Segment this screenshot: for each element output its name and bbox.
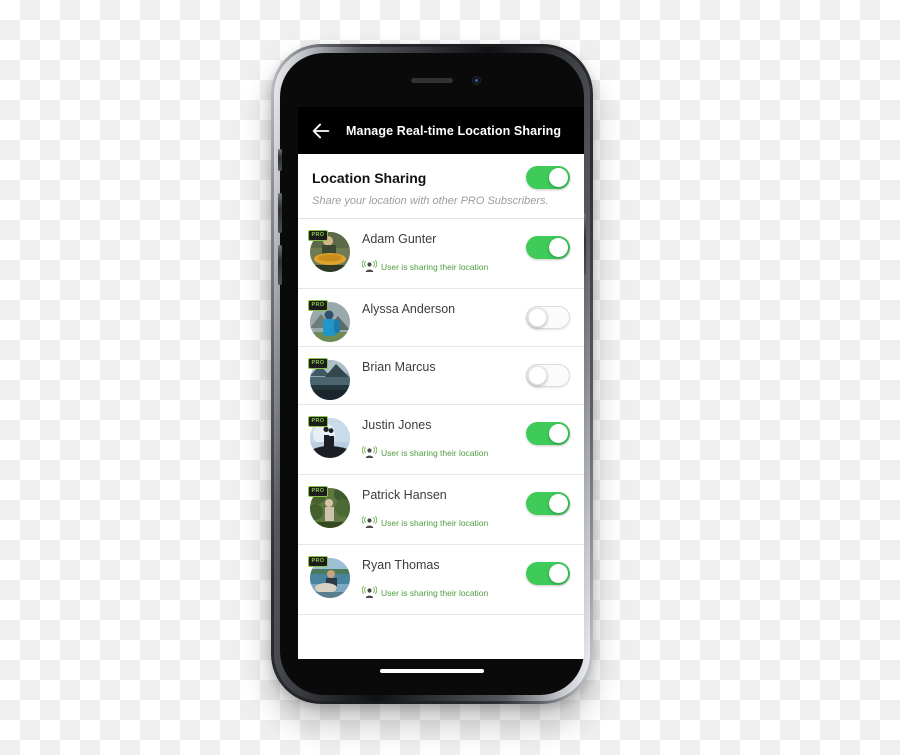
avatar: PRO — [308, 416, 350, 458]
user-sharing-toggle[interactable] — [526, 492, 570, 515]
sharing-status: User is sharing their location — [362, 516, 520, 529]
user-info: Alyssa Anderson — [350, 300, 520, 317]
user-name: Adam Gunter — [362, 232, 437, 246]
user-sharing-toggle[interactable] — [526, 236, 570, 259]
sharing-status-text: User is sharing their location — [381, 517, 489, 528]
toggle-knob — [549, 238, 568, 257]
user-sharing-toggle[interactable] — [526, 422, 570, 445]
avatar: PRO — [308, 300, 350, 342]
table-row[interactable]: PRO Brian Marcus — [298, 347, 584, 404]
broadcast-person-icon — [362, 260, 377, 272]
user-list: PRO Adam Gunter User is sharing their lo… — [298, 219, 584, 631]
avatar: PRO — [308, 486, 350, 528]
user-sharing-toggle[interactable] — [526, 306, 570, 329]
toggle-knob — [549, 494, 568, 513]
user-name: Brian Marcus — [362, 360, 436, 374]
volume-up-button[interactable] — [278, 193, 282, 233]
home-indicator[interactable] — [380, 669, 484, 673]
avatar: PRO — [308, 358, 350, 400]
broadcast-person-icon — [362, 516, 377, 528]
location-sharing-subtitle: Share your location with other PRO Subsc… — [298, 195, 584, 218]
pro-badge: PRO — [308, 556, 328, 567]
avatar: PRO — [308, 230, 350, 272]
phone-screen: Manage Real-time Location Sharing Locati… — [298, 107, 584, 659]
user-info: Brian Marcus — [350, 358, 520, 375]
location-sharing-master-row[interactable]: Location Sharing — [298, 154, 584, 195]
table-row[interactable]: PRO Justin Jones User is sharing their l… — [298, 405, 584, 474]
table-row[interactable]: PRO Adam Gunter User is sharing their lo… — [298, 219, 584, 288]
pro-badge: PRO — [308, 416, 328, 427]
back-arrow-icon[interactable] — [310, 120, 332, 142]
sharing-status: User is sharing their location — [362, 586, 520, 599]
phone-body: Manage Real-time Location Sharing Locati… — [278, 53, 586, 695]
toggle-knob — [549, 424, 568, 443]
toggle-cell — [520, 416, 570, 445]
user-sharing-toggle[interactable] — [526, 364, 570, 387]
toggle-cell — [520, 486, 570, 515]
pro-badge: PRO — [308, 230, 328, 241]
user-name: Patrick Hansen — [362, 488, 447, 502]
front-camera-icon — [472, 76, 481, 85]
broadcast-person-icon — [362, 446, 377, 458]
user-name: Alyssa Anderson — [362, 302, 456, 316]
location-sharing-label: Location Sharing — [312, 169, 427, 186]
phone-mid-frame: Manage Real-time Location Sharing Locati… — [274, 47, 590, 701]
toggle-knob — [549, 168, 568, 187]
toggle-cell — [520, 556, 570, 585]
sharing-status-text: User is sharing their location — [381, 261, 489, 272]
user-info: Patrick Hansen User is sharing their loc… — [350, 486, 520, 529]
location-sharing-master-toggle[interactable] — [526, 166, 570, 189]
phone-mockup: Manage Real-time Location Sharing Locati… — [271, 44, 593, 704]
user-name: Justin Jones — [362, 418, 432, 432]
pro-badge: PRO — [308, 358, 328, 369]
app-bar: Manage Real-time Location Sharing — [298, 107, 584, 154]
toggle-cell — [520, 300, 570, 329]
user-name: Ryan Thomas — [362, 558, 440, 572]
table-row[interactable]: PRO Patrick Hansen User is sharing their… — [298, 475, 584, 544]
sharing-status: User is sharing their location — [362, 260, 520, 273]
toggle-cell — [520, 230, 570, 259]
mute-switch-button[interactable] — [278, 149, 282, 171]
table-row[interactable]: PRO Alyssa Anderson — [298, 289, 584, 346]
list-bottom-spacer — [298, 615, 584, 631]
pro-badge: PRO — [308, 486, 328, 497]
page-title: Manage Real-time Location Sharing — [346, 123, 562, 138]
toggle-knob — [528, 366, 547, 385]
sharing-status-text: User is sharing their location — [381, 587, 489, 598]
sharing-status-text: User is sharing their location — [381, 447, 489, 458]
avatar: PRO — [308, 556, 350, 598]
earpiece-speaker-grille — [411, 78, 453, 83]
pro-badge: PRO — [308, 300, 328, 311]
volume-down-button[interactable] — [278, 245, 282, 285]
toggle-knob — [528, 308, 547, 327]
user-sharing-toggle[interactable] — [526, 562, 570, 585]
sharing-status: User is sharing their location — [362, 446, 520, 459]
toggle-knob — [549, 564, 568, 583]
user-info: Justin Jones User is sharing their locat… — [350, 416, 520, 459]
phone-outer-frame: Manage Real-time Location Sharing Locati… — [271, 44, 593, 704]
toggle-cell — [520, 358, 570, 387]
user-info: Adam Gunter User is sharing their locati… — [350, 230, 520, 273]
table-row[interactable]: PRO Ryan Thomas User is sharing their lo… — [298, 545, 584, 614]
user-info: Ryan Thomas User is sharing their locati… — [350, 556, 520, 599]
broadcast-person-icon — [362, 586, 377, 598]
